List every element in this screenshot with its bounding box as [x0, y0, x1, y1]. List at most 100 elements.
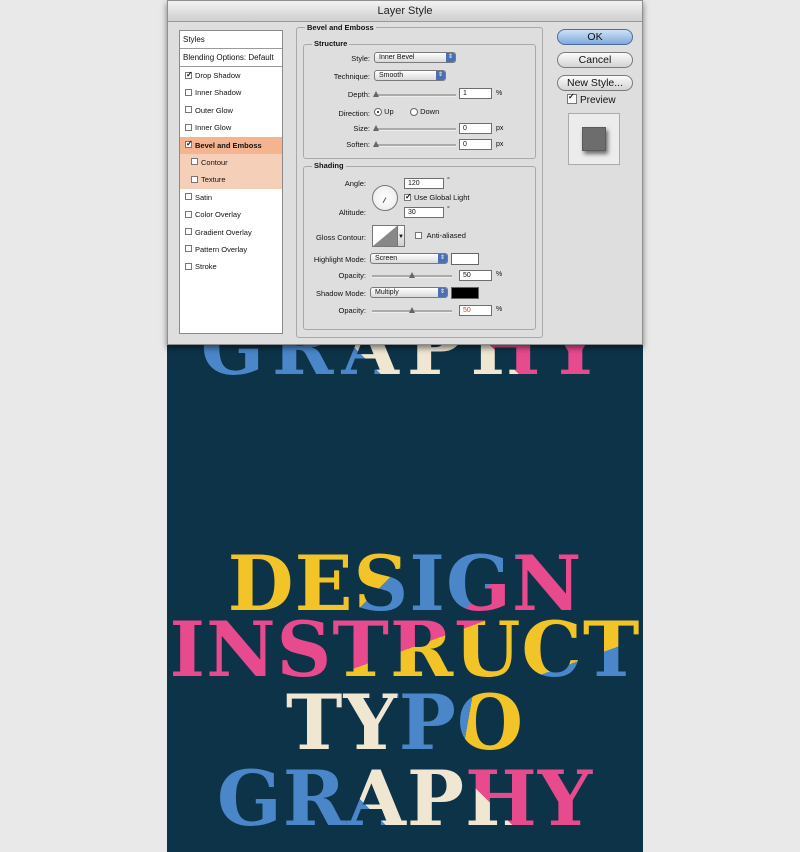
chevron-updown-icon: ⇕: [436, 71, 445, 80]
style-item-gradient-overlay[interactable]: Gradient Overlay: [180, 224, 282, 241]
contour-checkbox[interactable]: [191, 158, 198, 166]
size-unit: px: [496, 125, 504, 132]
chevron-updown-icon: ⇕: [438, 288, 447, 297]
global-light-checkbox[interactable]: [404, 193, 412, 201]
gradient-overlay-checkbox[interactable]: [185, 228, 192, 236]
direction-label: Direction:: [338, 109, 370, 118]
depth-label: Depth:: [347, 90, 370, 99]
style-item-texture[interactable]: Texture: [180, 171, 282, 189]
highlight-opacity-thumb[interactable]: [409, 272, 415, 278]
artwork-word: INSTRUCT: [169, 605, 641, 694]
direction-up-label: Up: [384, 107, 394, 116]
shadow-opacity-field[interactable]: 50: [459, 305, 492, 316]
dialog-title: Layer Style: [168, 1, 642, 22]
soften-slider[interactable]: [373, 141, 456, 147]
bevel-emboss-checkbox[interactable]: [185, 141, 193, 149]
highlight-color-swatch[interactable]: [451, 253, 479, 265]
direction-down-option[interactable]: Down: [410, 107, 440, 117]
ok-button[interactable]: OK: [557, 29, 633, 45]
preview-label: Preview: [580, 95, 616, 106]
panel-title: Bevel and Emboss: [305, 23, 376, 32]
direction-up-option[interactable]: Up: [374, 107, 394, 117]
layer-style-dialog: Layer Style Styles Blending Options: Def…: [167, 0, 643, 345]
preview-option[interactable]: Preview: [567, 94, 616, 106]
size-slider-thumb[interactable]: [373, 125, 379, 131]
new-style-button[interactable]: New Style...: [557, 75, 633, 91]
angle-dial[interactable]: [372, 185, 398, 211]
style-item-label: Satin: [195, 192, 213, 202]
style-item-drop-shadow[interactable]: Drop Shadow: [180, 67, 282, 84]
style-select[interactable]: Inner Bevel ⇕: [374, 52, 456, 63]
shading-title: Shading: [312, 161, 346, 170]
shadow-mode-label: Shadow Mode:: [315, 289, 366, 298]
technique-select[interactable]: Smooth ⇕: [374, 70, 446, 81]
shadow-color-swatch[interactable]: [451, 287, 479, 299]
direction-down-label: Down: [420, 107, 440, 116]
altitude-field[interactable]: 30: [404, 207, 444, 218]
style-item-inner-shadow[interactable]: Inner Shadow: [180, 84, 282, 101]
shadow-opacity-label: Opacity:: [338, 306, 366, 315]
texture-checkbox[interactable]: [191, 175, 198, 183]
angle-unit: °: [447, 177, 450, 184]
highlight-opacity-unit: %: [496, 271, 503, 278]
gloss-contour-preview[interactable]: [372, 225, 398, 247]
depth-slider-thumb[interactable]: [373, 91, 379, 97]
style-item-pattern-overlay[interactable]: Pattern Overlay: [180, 241, 282, 258]
soften-slider-thumb[interactable]: [373, 141, 379, 147]
shadow-opacity-unit: %: [496, 306, 503, 313]
soften-field[interactable]: 0: [459, 139, 492, 150]
direction-up-radio[interactable]: [374, 108, 382, 117]
technique-label: Technique:: [333, 72, 370, 81]
size-field[interactable]: 0: [459, 123, 492, 134]
global-light-option[interactable]: Use Global Light: [404, 193, 469, 202]
shadow-opacity-thumb[interactable]: [409, 307, 415, 313]
global-light-label: Use Global Light: [414, 193, 470, 202]
highlight-opacity-field[interactable]: 50: [459, 270, 492, 281]
inner-glow-checkbox[interactable]: [185, 123, 192, 131]
style-item-label: Pattern Overlay: [195, 244, 248, 254]
blending-options-item[interactable]: Blending Options: Default: [180, 49, 282, 67]
size-slider[interactable]: [373, 125, 456, 131]
style-item-label: Gradient Overlay: [195, 227, 252, 237]
altitude-unit: °: [447, 206, 450, 213]
pattern-overlay-checkbox[interactable]: [185, 245, 192, 253]
style-item-label: Bevel and Emboss: [195, 140, 262, 150]
style-item-contour[interactable]: Contour: [180, 153, 282, 172]
technique-value: Smooth: [379, 72, 404, 79]
satin-checkbox[interactable]: [185, 193, 192, 201]
style-item-bevel-and-emboss[interactable]: Bevel and Emboss: [180, 136, 282, 154]
anti-aliased-checkbox[interactable]: [415, 231, 422, 239]
highlight-mode-label: Highlight Mode:: [313, 255, 366, 264]
style-item-label: Stroke: [195, 262, 217, 272]
artwork-line-4: GRAPHY: [167, 761, 643, 837]
direction-down-radio[interactable]: [410, 108, 418, 117]
style-item-outer-glow[interactable]: Outer Glow: [180, 102, 282, 119]
anti-aliased-label: Anti-aliased: [426, 231, 466, 240]
gloss-contour-dropdown[interactable]: ▼: [398, 225, 405, 247]
shadow-opacity-slider[interactable]: [372, 307, 452, 313]
highlight-mode-select[interactable]: Screen ⇕: [370, 253, 448, 264]
preview-checkbox[interactable]: [567, 94, 577, 105]
highlight-opacity-slider[interactable]: [372, 272, 452, 278]
style-item-satin[interactable]: Satin: [180, 189, 282, 206]
highlight-mode-value: Screen: [375, 255, 398, 262]
angle-field[interactable]: 120: [404, 178, 444, 189]
stroke-checkbox[interactable]: [185, 262, 192, 270]
altitude-label: Altitude:: [338, 208, 366, 217]
outer-glow-checkbox[interactable]: [185, 106, 192, 114]
styles-header[interactable]: Styles: [180, 31, 282, 49]
style-item-color-overlay[interactable]: Color Overlay: [180, 206, 282, 223]
style-label: Style:: [351, 54, 370, 63]
drop-shadow-checkbox[interactable]: [185, 71, 193, 79]
cancel-button[interactable]: Cancel: [557, 52, 633, 68]
anti-aliased-option[interactable]: Anti-aliased: [415, 231, 466, 240]
inner-shadow-checkbox[interactable]: [185, 88, 192, 96]
color-overlay-checkbox[interactable]: [185, 210, 192, 218]
style-item-inner-glow[interactable]: Inner Glow: [180, 119, 282, 136]
artwork-word: GRAPHY: [216, 754, 594, 843]
style-item-stroke[interactable]: Stroke: [180, 258, 282, 275]
shadow-mode-select[interactable]: Multiply ⇕: [370, 287, 448, 298]
depth-field[interactable]: 1: [459, 88, 492, 99]
depth-unit: %: [496, 90, 503, 97]
depth-slider[interactable]: [373, 91, 456, 97]
